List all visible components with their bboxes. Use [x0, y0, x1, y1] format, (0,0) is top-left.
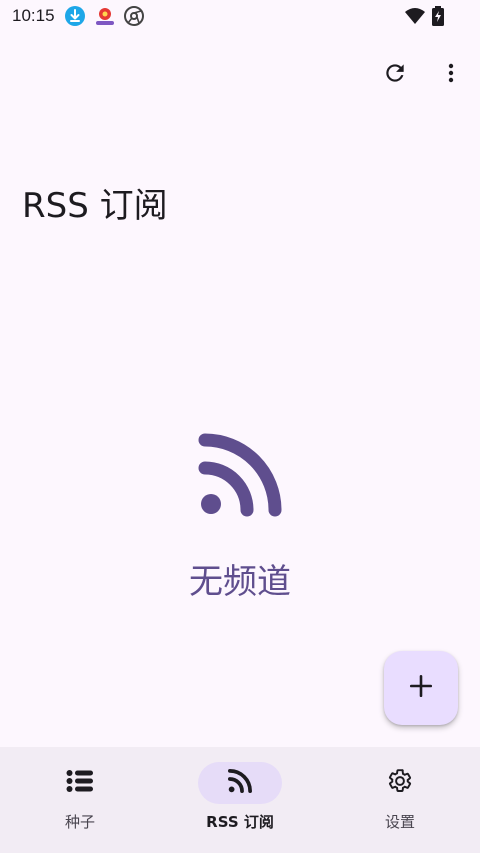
download-icon	[65, 6, 85, 26]
nav-label-settings: 设置	[384, 813, 415, 831]
nav-label-rss: RSS 订阅	[206, 813, 274, 831]
empty-state: 无频道	[0, 430, 480, 603]
nav-item-rss[interactable]: RSS 订阅	[160, 747, 320, 853]
status-time: 10:15	[12, 6, 55, 25]
more-options-button[interactable]	[431, 55, 471, 95]
add-feed-button[interactable]	[384, 651, 458, 725]
page-title: RSS 订阅	[22, 186, 168, 226]
nav-item-settings[interactable]: 设置	[320, 747, 480, 853]
empty-state-message: 无频道	[189, 562, 291, 602]
app-notification-icon	[94, 6, 114, 26]
rss-icon	[227, 768, 253, 798]
nav-indicator	[358, 762, 442, 804]
chrome-like-icon	[124, 6, 144, 26]
nav-label-torrents: 种子	[64, 813, 95, 831]
nav-indicator	[38, 762, 122, 804]
bottom-navigation: 种子 RSS 订阅 设置	[0, 747, 480, 853]
list-icon	[66, 769, 94, 797]
rss-feed-icon	[195, 430, 285, 524]
settings-icon	[387, 768, 413, 798]
more-vert-icon	[439, 61, 463, 89]
status-bar: 10:15	[0, 0, 480, 32]
refresh-icon	[382, 60, 408, 90]
add-icon	[408, 673, 434, 703]
nav-indicator-active	[198, 762, 282, 804]
battery-charging-icon	[431, 6, 445, 26]
refresh-button[interactable]	[375, 55, 415, 95]
wifi-icon	[404, 6, 426, 26]
nav-item-torrents[interactable]: 种子	[0, 747, 160, 853]
